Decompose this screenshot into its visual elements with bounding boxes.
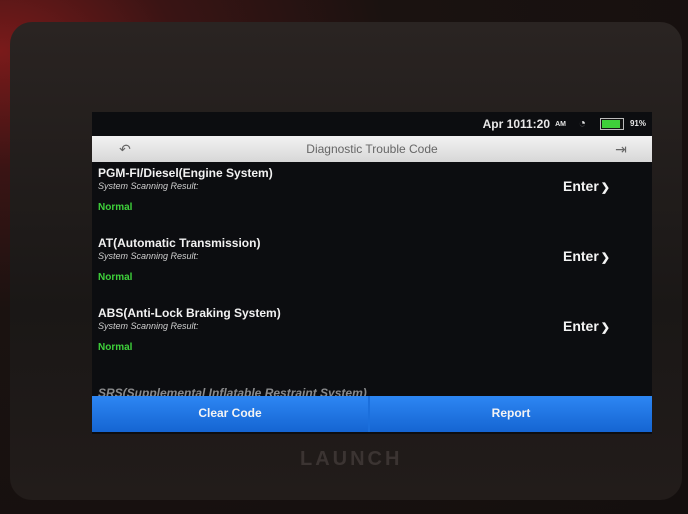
system-name: ABS(Anti-Lock Braking System) xyxy=(98,306,281,320)
list-item: PGM-FI/Diesel(Engine System) System Scan… xyxy=(98,166,652,234)
enter-label: Enter xyxy=(562,318,599,334)
status-ampm: AM xyxy=(555,121,566,128)
status-time: 11:20 xyxy=(519,117,550,131)
status-badge: Normal xyxy=(98,342,133,353)
chevron-right-icon: ❯ xyxy=(600,252,610,264)
enter-label: Enter xyxy=(562,248,599,264)
wifi-icon: ◔ xyxy=(578,116,586,130)
chevron-right-icon: ❯ xyxy=(600,322,610,334)
enter-button[interactable]: Enter ❯ xyxy=(563,178,610,194)
battery-percent: 91% xyxy=(629,119,646,128)
scan-result-label: System Scanning Result: xyxy=(98,181,199,191)
clear-code-button[interactable]: Clear Code xyxy=(92,396,368,432)
system-list: PGM-FI/Diesel(Engine System) System Scan… xyxy=(92,166,652,396)
battery-icon xyxy=(600,118,624,130)
report-button[interactable]: Report xyxy=(370,396,652,432)
enter-button[interactable]: Enter ❯ xyxy=(563,318,610,334)
action-bar: Clear Code Report xyxy=(92,396,652,432)
chevron-right-icon: ❯ xyxy=(600,182,610,194)
status-badge: Normal xyxy=(98,202,133,213)
scan-result-label: System Scanning Result: xyxy=(98,251,199,261)
status-date: Apr 10 xyxy=(482,117,520,131)
system-name: AT(Automatic Transmission) xyxy=(98,236,261,250)
status-bar: Apr 10 11:20 AM ◔ 91% xyxy=(92,112,652,134)
status-badge: Normal xyxy=(98,272,133,283)
exit-icon[interactable]: ⇥ xyxy=(608,139,634,159)
list-item: ABS(Anti-Lock Braking System) System Sca… xyxy=(98,306,652,374)
page-title: Diagnostic Trouble Code xyxy=(306,142,438,156)
brand-logo: LAUNCH xyxy=(300,448,403,470)
title-bar: ↶ Diagnostic Trouble Code ⇥ xyxy=(92,136,652,162)
scan-result-label: System Scanning Result: xyxy=(98,321,199,331)
enter-button[interactable]: Enter ❯ xyxy=(563,248,610,264)
system-name: PGM-FI/Diesel(Engine System) xyxy=(98,166,273,180)
enter-label: Enter xyxy=(562,178,599,194)
device-screen: Apr 10 11:20 AM ◔ 91% ↶ Diagnostic Troub… xyxy=(92,112,652,434)
battery-level xyxy=(602,120,621,128)
list-item: AT(Automatic Transmission) System Scanni… xyxy=(98,236,652,304)
